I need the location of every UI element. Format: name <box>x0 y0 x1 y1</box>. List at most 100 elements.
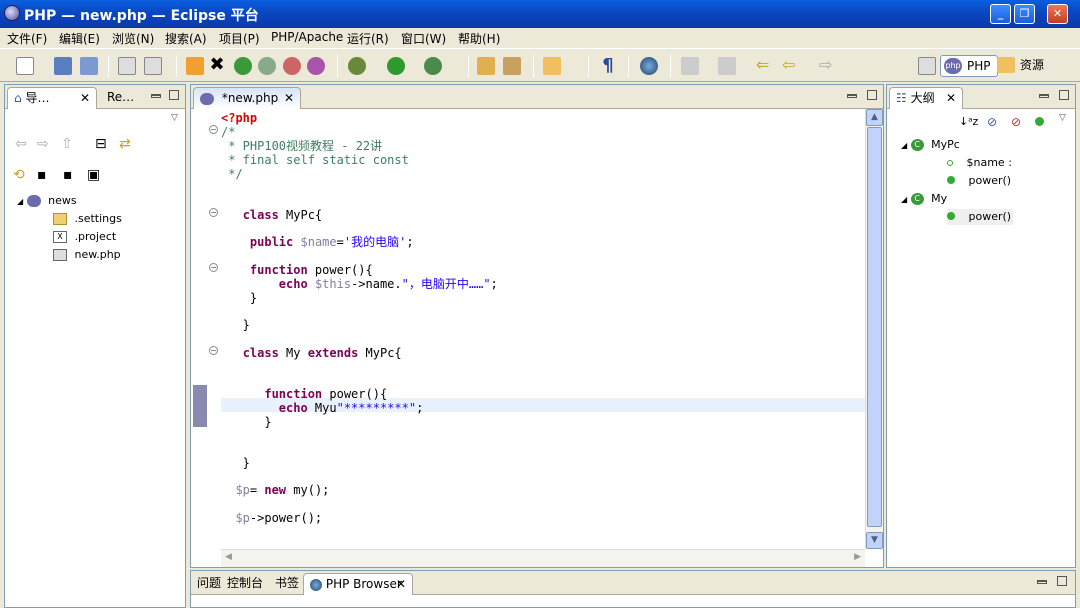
back-icon[interactable]: ⇦ <box>15 136 27 152</box>
menu-navigate[interactable]: 浏览(N) <box>112 30 154 47</box>
html-tidy-2-icon[interactable] <box>144 57 162 75</box>
tab-outline[interactable]: ☷ 大纲 ✕ <box>889 87 963 109</box>
sql-icon[interactable] <box>234 57 252 75</box>
vertical-scrollbar[interactable]: ▲ ▼ <box>865 109 883 549</box>
minimize-panel-icon[interactable] <box>1039 94 1049 98</box>
tab-navigator[interactable]: ⌂ 导… ✕ <box>7 87 97 109</box>
scroll-down-icon[interactable]: ▼ <box>866 532 883 549</box>
menu-window[interactable]: 窗口(W) <box>401 30 446 47</box>
forward-icon[interactable]: ⇨ <box>819 57 837 75</box>
horizontal-scrollbar[interactable]: ◀ ▶ <box>221 549 865 567</box>
last-edit-icon[interactable]: ⇐ <box>756 57 774 75</box>
open-type-icon[interactable] <box>543 57 561 75</box>
open-perspective-icon[interactable] <box>918 57 936 75</box>
sync-icon[interactable]: ⟲ <box>13 167 25 183</box>
code-line: echo $this->name."，电脑开中……"; <box>278 277 498 291</box>
code-line: } <box>221 318 250 332</box>
close-icon[interactable]: ✕ <box>396 574 406 594</box>
close-button[interactable]: ✕ <box>1047 4 1068 24</box>
hide-nonpublic-icon[interactable] <box>1035 117 1044 126</box>
hide-fields-icon[interactable]: ⊘ <box>987 115 997 129</box>
back-icon[interactable]: ⇦ <box>782 57 800 75</box>
close-icon[interactable]: ✕ <box>946 88 956 108</box>
maximize-panel-icon[interactable] <box>867 90 877 100</box>
maximize-panel-icon[interactable] <box>1057 576 1067 586</box>
menu-edit[interactable]: 编辑(E) <box>59 30 100 47</box>
show-whitespace-icon[interactable]: ¶ <box>599 57 617 75</box>
debug-stop-icon[interactable] <box>283 57 301 75</box>
forward-icon[interactable]: ⇨ <box>37 136 49 152</box>
view-menu-icon[interactable]: ▽ <box>1059 113 1066 123</box>
tab-new-php[interactable]: *new.php ✕ <box>193 87 301 109</box>
debug-step-icon[interactable] <box>307 57 325 75</box>
tree-item-news[interactable]: ◢ news <box>17 193 77 209</box>
view-menu-icon[interactable]: ▽ <box>171 113 178 123</box>
debug-start-icon[interactable] <box>258 57 276 75</box>
tab-remote[interactable]: Re… <box>101 87 140 109</box>
close-icon[interactable]: ✕ <box>80 88 90 108</box>
scroll-up-icon[interactable]: ▲ <box>866 109 883 126</box>
maximize-panel-icon[interactable] <box>1059 90 1069 100</box>
outline-item-power-selected[interactable]: power() <box>947 209 1014 225</box>
minimize-panel-icon[interactable] <box>847 94 857 98</box>
run-icon[interactable] <box>387 57 405 75</box>
fold-icon[interactable]: − <box>209 346 218 355</box>
fold-icon[interactable]: − <box>209 263 218 272</box>
php-icon: php <box>944 58 962 74</box>
tab-bookmarks[interactable]: 书签 <box>269 573 305 595</box>
outline-item-mypc[interactable]: ◢ C MyPc <box>901 137 960 153</box>
settings-icon[interactable]: ▣ <box>87 167 100 183</box>
tree-item-project[interactable]: X .project <box>53 229 116 245</box>
resource-perspective-button[interactable]: 资源 <box>994 55 1044 77</box>
outline-item-my[interactable]: ◢ C My <box>901 191 947 207</box>
menu-help[interactable]: 帮助(H) <box>458 30 500 47</box>
scroll-right-icon[interactable]: ▶ <box>854 552 861 562</box>
menu-file[interactable]: 文件(F) <box>7 30 47 47</box>
debug-icon[interactable] <box>348 57 366 75</box>
up-icon[interactable]: ⇧ <box>61 136 73 152</box>
tree-item-settings[interactable]: .settings <box>53 211 122 227</box>
menu-run[interactable]: 运行(R) <box>347 30 389 47</box>
stop-icon[interactable]: ✖ <box>208 56 226 75</box>
apache-icon[interactable] <box>186 57 204 75</box>
maximize-panel-icon[interactable] <box>169 90 179 100</box>
menu-php-apache[interactable]: PHP/Apache <box>271 30 343 44</box>
fold-icon[interactable]: − <box>209 208 218 217</box>
php-file-icon <box>200 92 214 105</box>
tab-php-browser[interactable]: PHP Browser ✕ <box>303 573 413 595</box>
tree-item-new-php[interactable]: new.php <box>53 247 121 263</box>
wand-icon[interactable] <box>503 57 521 75</box>
menu-project[interactable]: 项目(P) <box>219 30 260 47</box>
prev-annotation-icon[interactable] <box>718 57 736 75</box>
open-folder-icon[interactable] <box>477 57 495 75</box>
outline-item-power[interactable]: power() <box>947 173 1011 189</box>
html-tidy-icon[interactable] <box>118 57 136 75</box>
close-icon[interactable]: ✕ <box>284 88 294 108</box>
link-editor-icon[interactable]: ⇄ <box>119 136 131 152</box>
next-annotation-icon[interactable] <box>681 57 699 75</box>
minimize-button[interactable]: _ <box>990 4 1011 24</box>
scroll-left-icon[interactable]: ◀ <box>225 552 232 562</box>
code-line: $p->power(); <box>235 511 323 525</box>
scroll-thumb[interactable] <box>867 127 882 527</box>
external-tools-icon[interactable] <box>424 57 442 75</box>
php-perspective-button[interactable]: php PHP <box>940 55 998 77</box>
maximize-button[interactable]: ❐ <box>1014 4 1035 24</box>
code-editor[interactable]: <?php /* * PHP100视频教程 - 22讲 * final self… <box>221 109 865 549</box>
save-icon[interactable] <box>54 57 72 75</box>
fold-icon[interactable]: − <box>209 125 218 134</box>
filter-2-icon[interactable]: ▪ <box>63 167 73 183</box>
hide-static-icon[interactable]: ⊘ <box>1011 115 1021 129</box>
filter-icon[interactable]: ▪ <box>37 167 47 183</box>
menu-search[interactable]: 搜索(A) <box>165 30 207 47</box>
tab-console[interactable]: 控制台 <box>221 573 269 595</box>
save-all-icon[interactable] <box>80 57 98 75</box>
collapse-all-icon[interactable]: ⊟ <box>95 136 107 152</box>
outline-item-name-field[interactable]: $name : <box>947 155 1012 171</box>
minimize-panel-icon[interactable] <box>1037 580 1047 584</box>
new-file-icon[interactable] <box>16 57 34 75</box>
navigator-icon: ⌂ <box>14 91 22 105</box>
sort-icon[interactable]: ↓ᵃz <box>959 115 978 128</box>
minimize-panel-icon[interactable] <box>151 94 161 98</box>
browser-icon[interactable] <box>640 57 658 75</box>
